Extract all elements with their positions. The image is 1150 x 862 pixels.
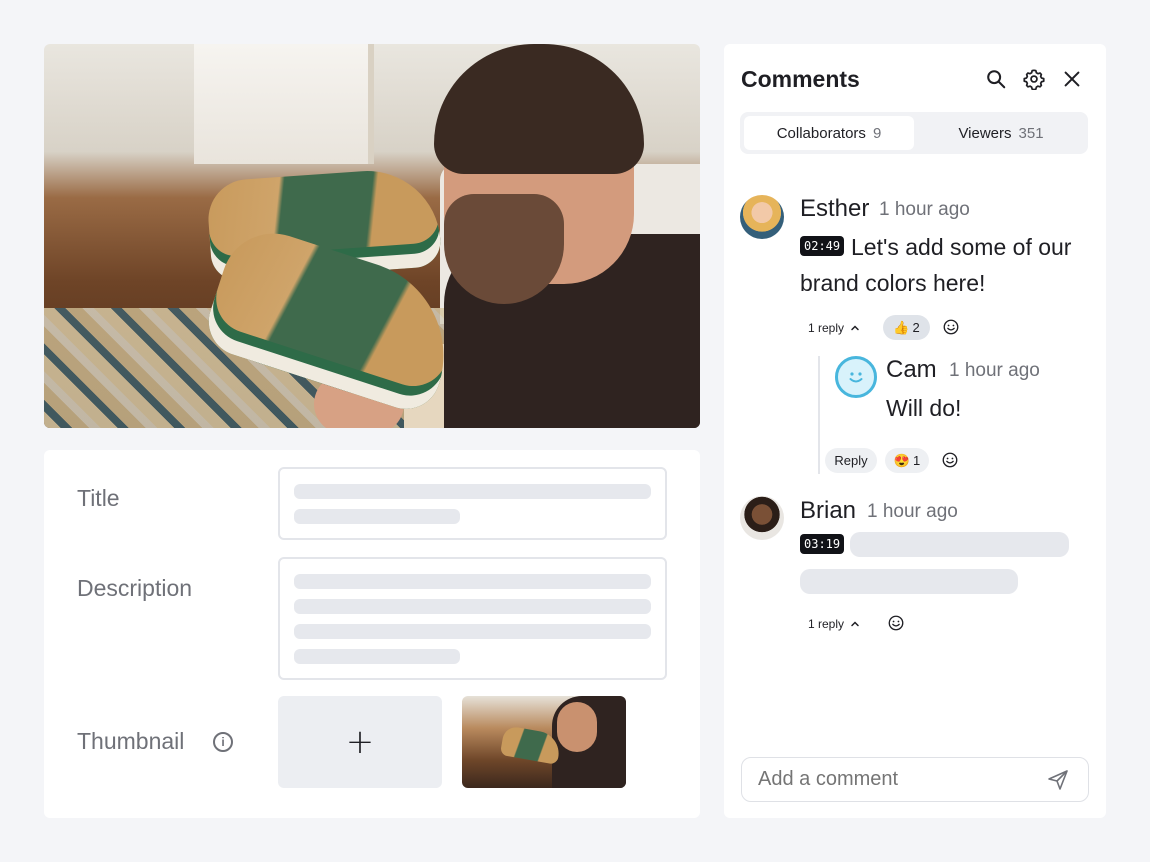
- info-icon[interactable]: i: [213, 732, 233, 752]
- replies-toggle[interactable]: 1 reply: [808, 321, 860, 335]
- add-thumbnail-button[interactable]: +: [278, 696, 442, 788]
- smiley-avatar-icon: [849, 372, 863, 383]
- audience-tabs: Collaborators 9 Viewers 351: [740, 112, 1088, 154]
- comment-text: Let's add some of our brand colors here!: [800, 234, 1072, 296]
- replies-count: 1 reply: [808, 617, 845, 631]
- video-timestamp-badge[interactable]: 03:19: [800, 534, 845, 554]
- background-window: [194, 44, 374, 164]
- replies-toggle[interactable]: 1 reply: [808, 617, 860, 631]
- send-icon[interactable]: [1046, 768, 1070, 792]
- tab-collaborators[interactable]: Collaborators 9: [744, 116, 914, 150]
- description-field[interactable]: [278, 557, 667, 680]
- reaction-count: 2: [912, 320, 920, 335]
- title-label: Title: [77, 485, 120, 511]
- panel-title: Comments: [741, 66, 860, 92]
- search-icon[interactable]: [985, 68, 1007, 90]
- skeleton-line: [800, 569, 1018, 594]
- heart-eyes-emoji: 😍: [893, 452, 910, 468]
- tab-label: Viewers: [958, 124, 1012, 142]
- close-icon[interactable]: [1061, 68, 1083, 90]
- tab-viewers[interactable]: Viewers 351: [918, 116, 1084, 150]
- skeleton-line: [294, 574, 651, 589]
- chevron-up-icon: [851, 325, 859, 331]
- comment-author[interactable]: Esther: [800, 195, 869, 223]
- comment-text: Will do!: [886, 395, 962, 421]
- avatar[interactable]: [740, 496, 784, 540]
- thumbs-up-emoji: 👍: [893, 319, 910, 335]
- thumbnail-label: Thumbnail: [77, 728, 185, 754]
- reaction-count: 1: [912, 453, 921, 468]
- replies-count: 1 reply: [808, 321, 845, 335]
- title-field[interactable]: [278, 467, 667, 540]
- skeleton-line: [294, 509, 460, 524]
- add-reaction-icon[interactable]: [887, 614, 905, 632]
- add-reaction-icon[interactable]: [942, 318, 960, 336]
- comment-time: 1 hour ago: [867, 501, 958, 522]
- person-figure: [404, 44, 700, 428]
- comment-input[interactable]: [741, 757, 1089, 802]
- reaction-chip[interactable]: 😍 1: [885, 448, 929, 473]
- skeleton-line: [294, 624, 651, 639]
- comment-time: 1 hour ago: [879, 199, 970, 220]
- add-reaction-icon[interactable]: [941, 451, 959, 469]
- thumbnail-image[interactable]: [462, 696, 626, 788]
- video-details-form: Title Description Thumbnail i +: [44, 450, 700, 818]
- gear-icon[interactable]: [1023, 68, 1045, 90]
- tab-count: 9: [872, 124, 882, 142]
- comment-author[interactable]: Brian: [800, 497, 856, 525]
- reaction-chip[interactable]: 👍 2: [883, 315, 930, 340]
- skeleton-line: [294, 484, 651, 499]
- comment-time: 1 hour ago: [949, 360, 1040, 381]
- skeleton-line: [850, 532, 1069, 557]
- description-label: Description: [77, 575, 193, 601]
- chevron-up-icon: [851, 621, 859, 627]
- skeleton-line: [294, 649, 460, 664]
- comments-panel: Comments Collaborators 9 Viewers 351 Est…: [724, 44, 1106, 818]
- tab-count: 351: [1018, 124, 1044, 142]
- video-preview[interactable]: [44, 44, 700, 428]
- avatar[interactable]: [740, 195, 784, 239]
- skeleton-line: [294, 599, 651, 614]
- comment-author[interactable]: Cam: [886, 356, 937, 384]
- tab-label: Collaborators: [776, 124, 866, 142]
- reply-button[interactable]: Reply: [825, 448, 877, 473]
- avatar[interactable]: [835, 356, 877, 398]
- thread-line: [818, 356, 820, 474]
